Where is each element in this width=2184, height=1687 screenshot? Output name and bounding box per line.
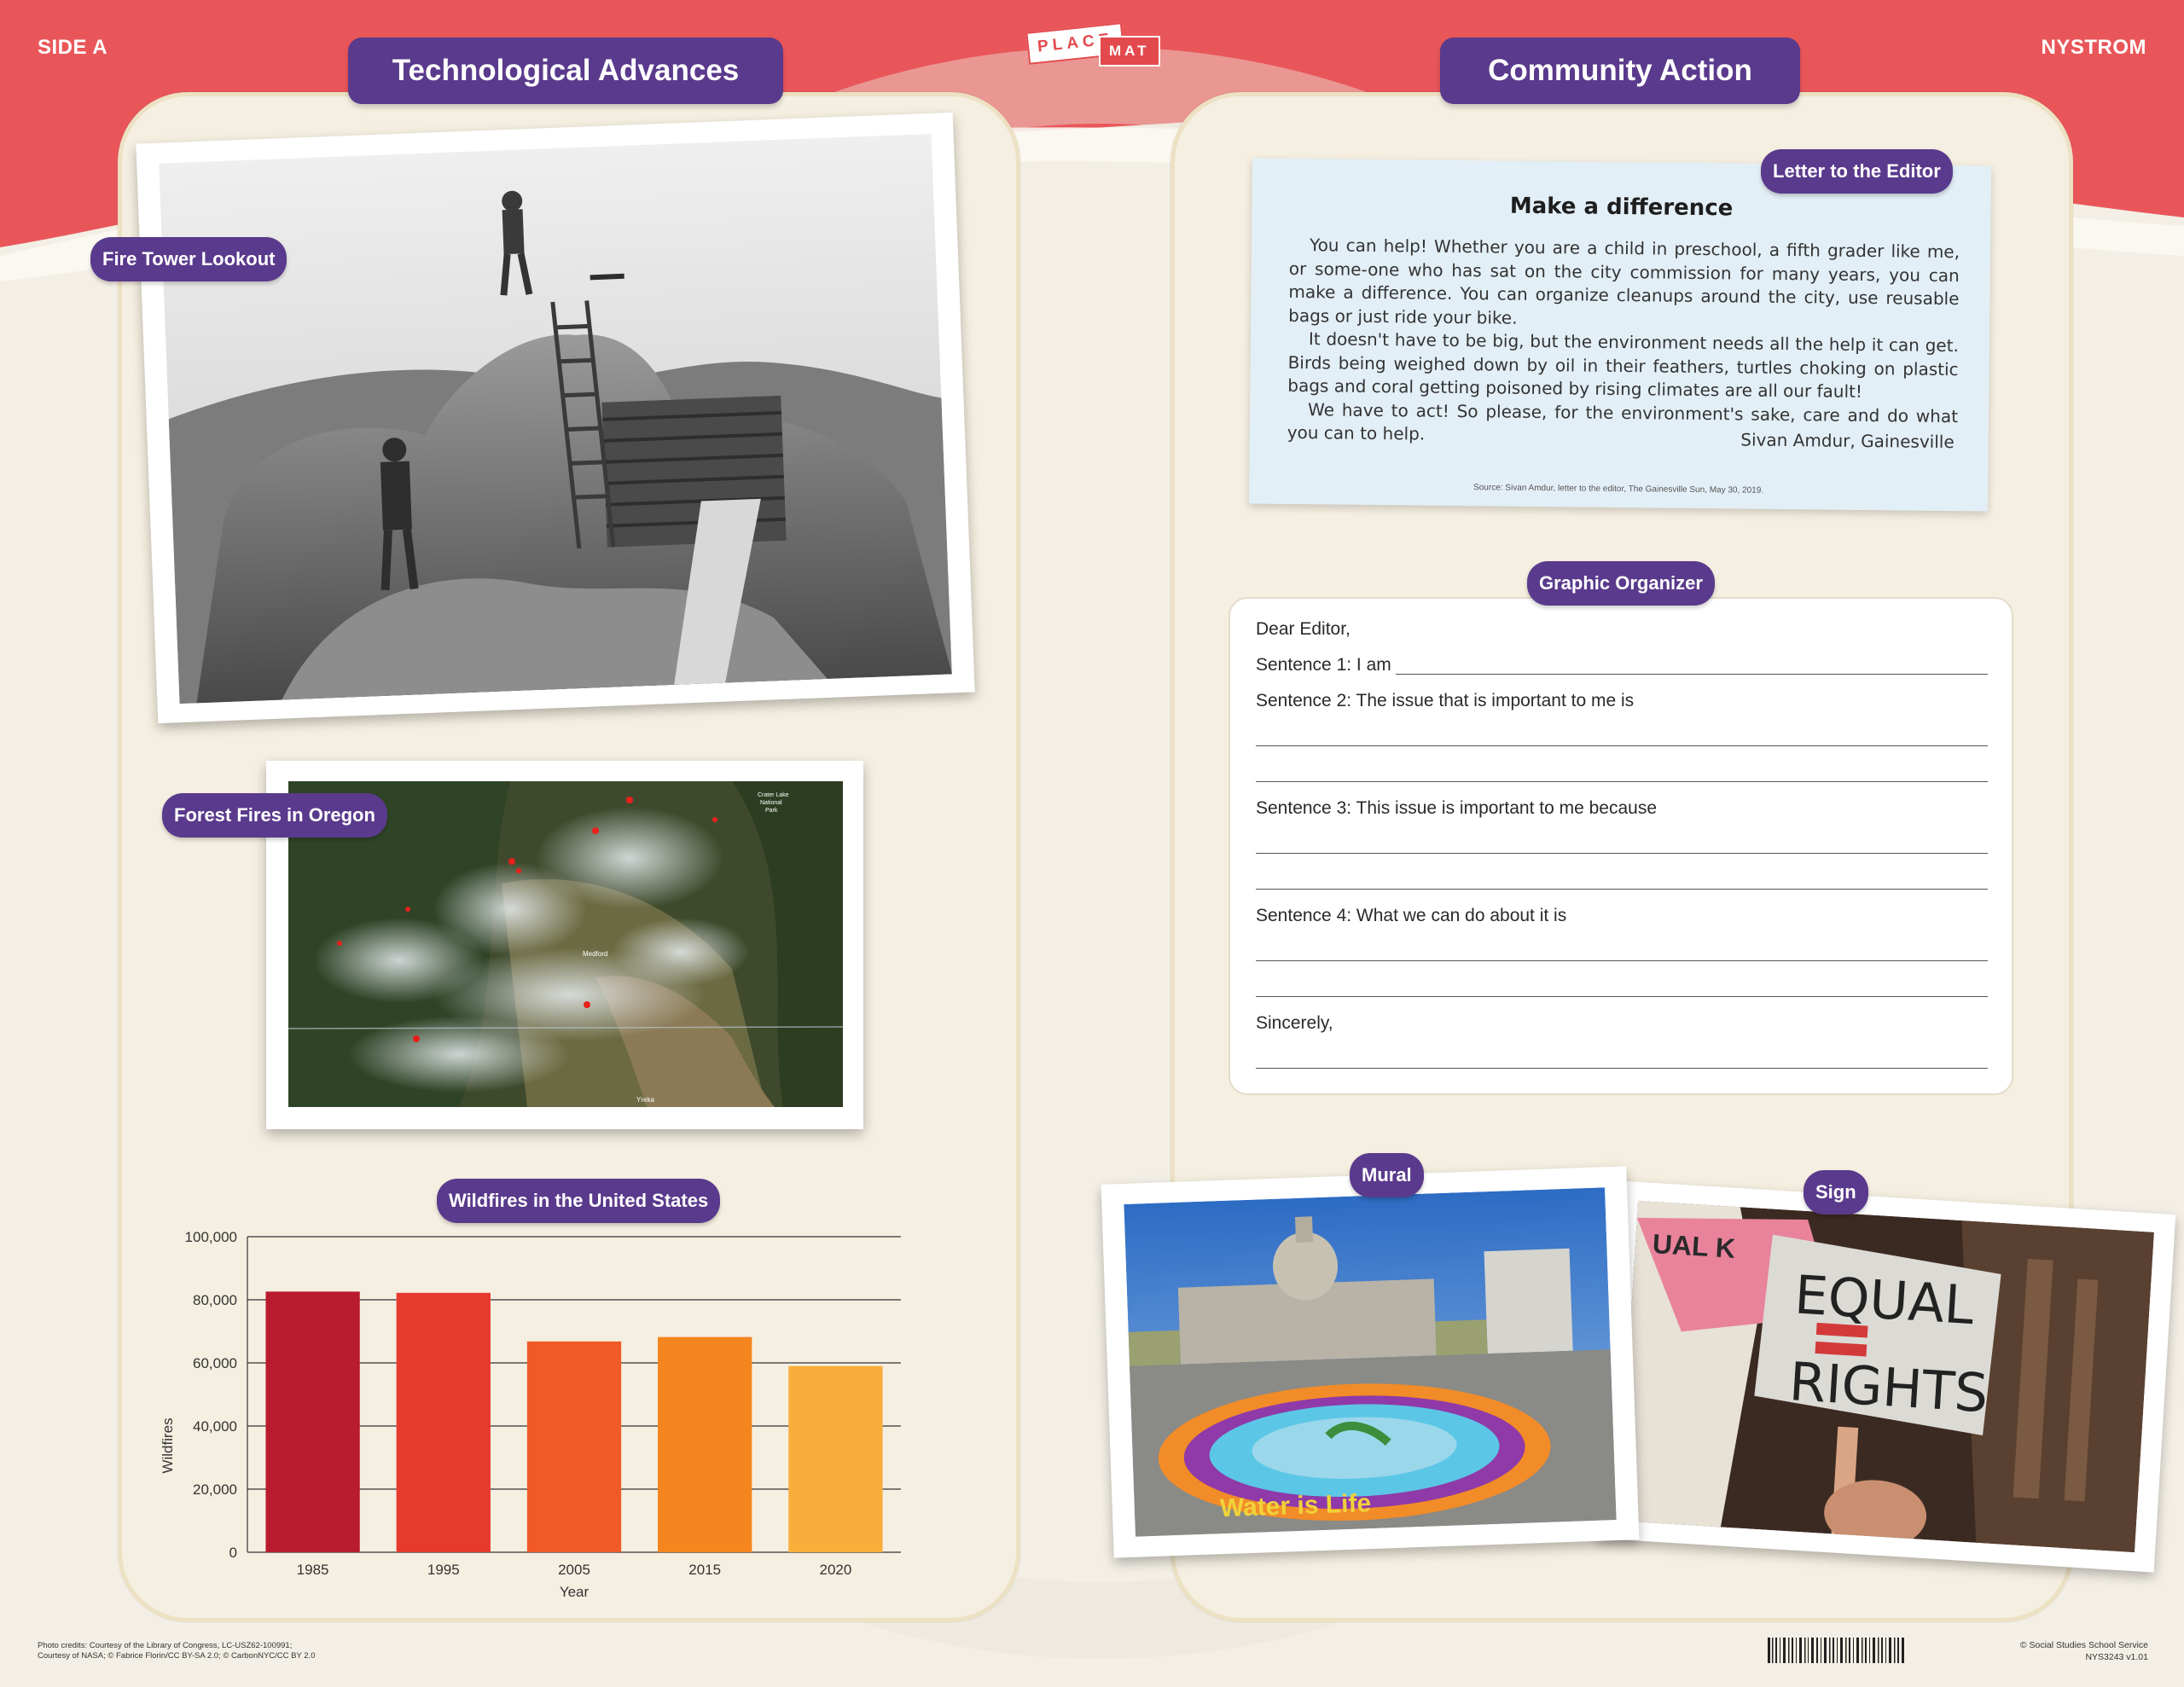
- x-tick-label: 1995: [427, 1562, 460, 1578]
- left-panel-title: Technological Advances: [348, 38, 783, 104]
- letter-paragraph-1: You can help! Whether you are a child in…: [1288, 235, 1960, 328]
- x-tick-label: 1985: [297, 1562, 329, 1578]
- x-tick-label: 2020: [819, 1562, 851, 1578]
- letter-title: Make a difference: [1509, 193, 1734, 222]
- organizer-sentence-3: Sentence 3: This issue is important to m…: [1256, 798, 1658, 818]
- x-axis-label: Year: [560, 1584, 590, 1600]
- equal-rights-sign-image: UAL K EQUAL RIGHTS: [1618, 1200, 2154, 1553]
- letter-to-editor-card: Make a difference You can help! Whether …: [1248, 158, 1992, 512]
- svg-text:National: National: [760, 800, 782, 806]
- organizer-sentence-1: Sentence 1: I am: [1256, 655, 1391, 675]
- x-tick-label: 2005: [558, 1562, 590, 1578]
- organizer-sentence-2: Sentence 2: The issue that is important …: [1256, 691, 1635, 710]
- bar-2020: [788, 1365, 883, 1552]
- bar-2005: [526, 1341, 622, 1552]
- svg-text:Yreka: Yreka: [636, 1096, 654, 1104]
- barcode: [1768, 1638, 1904, 1663]
- svg-text:Crater Lake: Crater Lake: [758, 792, 789, 798]
- signature-line[interactable]: [1256, 1068, 1988, 1069]
- letter-body: You can help! Whether you are a child in…: [1287, 234, 1960, 452]
- organizer-sentence-4: Sentence 4: What we can do about it is: [1256, 906, 1567, 925]
- letter-label: Letter to the Editor: [1761, 149, 1953, 194]
- fire-tower-photo: [136, 112, 975, 724]
- chart-label: Wildfires in the United States: [437, 1179, 721, 1223]
- y-tick-label: 40,000: [193, 1418, 237, 1435]
- product-code: NYS3243 v1.01: [2085, 1652, 2148, 1662]
- mural-photo: Water is Life: [1101, 1166, 1640, 1558]
- copyright-block: © Social Studies School Service NYS3243 …: [2020, 1639, 2148, 1663]
- y-tick-label: 20,000: [193, 1481, 237, 1498]
- y-axis-label: Wildfires: [160, 1417, 176, 1473]
- placemat-logo: PLACE MAT: [1025, 22, 1160, 70]
- x-tick-label: 2015: [688, 1562, 721, 1578]
- sentence-3-line-1[interactable]: [1256, 853, 1988, 854]
- letter-paragraph-2: It doesn't have to be big, but the envir…: [1287, 328, 1960, 402]
- sign-text-2: RIGHTS: [1787, 1350, 1989, 1424]
- side-label: SIDE A: [38, 36, 108, 59]
- banner-text: UAL K: [1652, 1228, 1736, 1264]
- brand-label: NYSTROM: [2041, 36, 2146, 59]
- y-tick-label: 60,000: [193, 1355, 237, 1371]
- copyright: © Social Studies School Service: [2019, 1640, 2148, 1650]
- water-is-life-mural-image: Water is Life: [1124, 1187, 1617, 1537]
- sentence-3-line-2[interactable]: [1256, 889, 1988, 890]
- bar-1985: [265, 1291, 360, 1552]
- bar-2015: [658, 1336, 752, 1552]
- sign-label: Sign: [1804, 1170, 1868, 1215]
- mural-text: Water is Life: [1219, 1489, 1371, 1522]
- right-panel-title: Community Action: [1440, 38, 1800, 104]
- forest-fires-label: Forest Fires in Oregon: [162, 793, 387, 838]
- credits-line-1: Photo credits: Courtesy of the Library o…: [38, 1641, 293, 1650]
- organizer-closing: Sincerely,: [1256, 1013, 1333, 1033]
- sentence-4-line-2[interactable]: [1256, 996, 1988, 997]
- y-tick-label: 80,000: [193, 1292, 237, 1308]
- letter-source: Source: Sivan Amdur, letter to the edito…: [1473, 483, 1764, 496]
- sentence-1-line[interactable]: [1396, 674, 1988, 675]
- credits-line-2: Courtesy of NASA; © Fabrice Florin/CC BY…: [38, 1651, 316, 1661]
- fire-tower-image: [159, 133, 952, 704]
- sentence-4-line-1[interactable]: [1256, 960, 1988, 961]
- organizer-label: Graphic Organizer: [1527, 561, 1715, 606]
- graphic-organizer: Dear Editor, Sentence 1: I am Sentence 2…: [1228, 597, 2013, 1095]
- letter-signature: Sivan Amdur, Gainesville: [1740, 429, 1955, 453]
- sentence-2-line-1[interactable]: [1256, 745, 1988, 746]
- sentence-2-line-2[interactable]: [1256, 781, 1988, 782]
- fire-tower-label: Fire Tower Lookout: [90, 237, 288, 281]
- sign-photo: UAL K EQUAL RIGHTS: [1596, 1180, 2176, 1573]
- wildfires-chart: 0 20,000 40,000 60,000 80,000 100,000 1985 1995…: [154, 1211, 921, 1603]
- logo-bottom: MAT: [1099, 36, 1160, 67]
- y-tick-label: 0: [229, 1545, 237, 1561]
- mural-label: Mural: [1350, 1153, 1424, 1197]
- organizer-greeting: Dear Editor,: [1256, 619, 1350, 639]
- photo-credits: Photo credits: Courtesy of the Library o…: [38, 1641, 316, 1661]
- bar-1995: [396, 1292, 491, 1552]
- wildfires-bar-chart: 0 20,000 40,000 60,000 80,000 100,000 1985 1995…: [160, 1229, 901, 1600]
- svg-text:Park: Park: [765, 808, 778, 814]
- y-tick-label: 100,000: [185, 1229, 237, 1245]
- svg-text:Medford: Medford: [583, 950, 607, 958]
